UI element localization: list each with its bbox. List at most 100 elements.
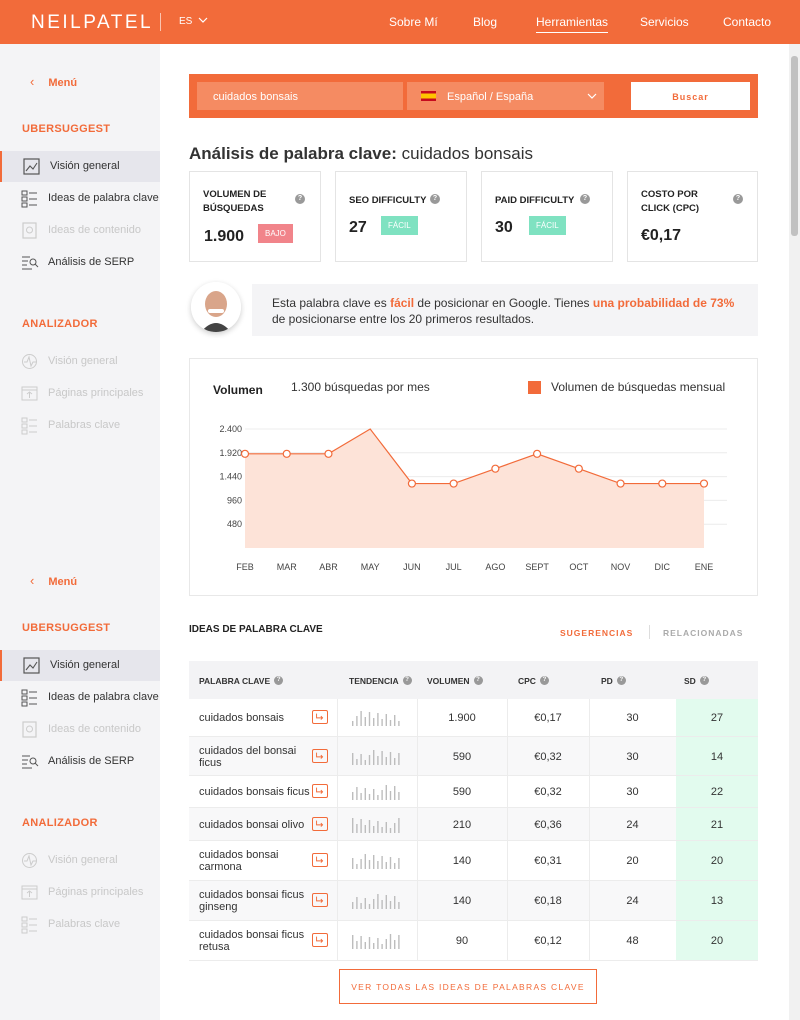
sidebar-item-ideas-palabra-clave[interactable]: Ideas de palabra clave xyxy=(0,183,160,214)
trend-bar xyxy=(381,790,383,800)
metric-card-volume: VOLUMEN DE BÚSQUEDAS ? 1.900 BAJO xyxy=(189,171,321,262)
data-point[interactable] xyxy=(699,479,709,488)
tab-relacionadas[interactable]: RELACIONADAS xyxy=(663,628,743,638)
data-point[interactable] xyxy=(449,479,458,488)
vol-cell: 140 xyxy=(452,855,472,867)
column-header-pd[interactable]: PD? xyxy=(601,676,626,686)
data-point[interactable] xyxy=(324,449,333,458)
area-fill xyxy=(245,429,704,548)
nav-servicios[interactable]: Servicios xyxy=(640,15,689,29)
help-icon[interactable]: ? xyxy=(580,194,590,204)
trend-bar xyxy=(385,895,387,909)
tab-sugerencias[interactable]: SUGERENCIAS xyxy=(560,628,633,638)
table-row[interactable]: cuidados bonsais 1.900 €0,17 30 27 xyxy=(189,699,758,737)
avatar-image xyxy=(191,282,241,332)
language-selector[interactable]: ES xyxy=(179,16,192,27)
trend-bar xyxy=(373,855,375,869)
table-row[interactable]: cuidados bonsai olivo 210 €0,36 24 21 xyxy=(189,808,758,841)
country-select[interactable]: Español / España xyxy=(407,82,604,110)
site-overview-icon xyxy=(22,354,37,369)
trend-bar xyxy=(381,750,383,765)
sidebar-item-label: Ideas de contenido xyxy=(48,224,141,236)
nav-herramientas[interactable]: Herramientas xyxy=(536,15,609,33)
keyword-cell[interactable]: cuidados bonsais xyxy=(199,712,324,724)
nav-blog[interactable]: Blog xyxy=(473,15,497,29)
open-keyword-icon[interactable] xyxy=(312,784,328,798)
scrollbar-thumb[interactable] xyxy=(791,56,798,236)
keyword-cell[interactable]: cuidados bonsai carmona xyxy=(199,849,309,873)
help-icon[interactable]: ? xyxy=(733,194,743,204)
column-header-keyword[interactable]: PALABRA CLAVE? xyxy=(199,676,284,686)
sidebar-item-analisis-serp-2[interactable]: Análisis de SERP xyxy=(0,746,160,777)
x-tick-label: FEB xyxy=(236,562,254,572)
open-keyword-icon[interactable] xyxy=(312,933,328,947)
data-point[interactable] xyxy=(658,479,667,488)
keyword-cell[interactable]: cuidados bonsai ficus retusa xyxy=(199,929,309,953)
keyword-cell[interactable]: cuidados del bonsai ficus xyxy=(199,745,309,769)
keyword-cell[interactable]: cuidados bonsais ficus xyxy=(199,786,324,798)
table-row[interactable]: cuidados bonsai carmona 140 €0,31 20 20 xyxy=(189,841,758,881)
open-keyword-icon[interactable] xyxy=(312,710,328,724)
sidebar-item-ideas-palabra-clave-2[interactable]: Ideas de palabra clave xyxy=(0,682,160,713)
trend-bar xyxy=(381,900,383,909)
sidebar-item-label: Análisis de SERP xyxy=(48,755,135,767)
sidebar-item-vision-general-2[interactable]: Visión general xyxy=(0,650,160,681)
sidebar-menu-toggle[interactable]: ‹ Menú xyxy=(30,74,77,89)
cpc-cell: €0,18 xyxy=(534,895,562,907)
trend-bar xyxy=(368,794,371,800)
sidebar-item-vision-general[interactable]: Visión general xyxy=(0,151,160,182)
data-point[interactable] xyxy=(616,479,625,488)
pd-cell: 48 xyxy=(626,935,639,947)
keyword-search-input[interactable]: cuidados bonsais xyxy=(197,82,403,110)
analizador-heading: ANALIZADOR xyxy=(22,318,98,330)
trend-bar xyxy=(360,936,362,949)
data-point[interactable] xyxy=(574,464,583,473)
y-tick-label: 960 xyxy=(227,495,242,505)
help-icon[interactable]: ? xyxy=(430,194,440,204)
x-tick-label: OCT xyxy=(569,562,589,572)
data-point[interactable] xyxy=(491,464,500,473)
sidebar: ‹ Menú UBERSUGGEST Visión general Ideas d… xyxy=(0,44,160,1020)
trend-bar xyxy=(368,904,371,909)
trend-bar xyxy=(373,749,375,765)
table-row[interactable]: cuidados del bonsai ficus 590 €0,32 30 14 xyxy=(189,737,758,776)
table-row[interactable]: cuidados bonsais ficus 590 €0,32 30 22 xyxy=(189,776,758,808)
table-row[interactable]: cuidados bonsai ficus ginseng 140 €0,18 24 1… xyxy=(189,881,758,921)
column-header-cpc[interactable]: CPC? xyxy=(518,676,549,686)
keyword-cell[interactable]: cuidados bonsai ficus ginseng xyxy=(199,889,309,913)
trend-bar xyxy=(381,944,383,949)
sidebar-item-ideas-contenido: Ideas de contenido xyxy=(0,215,160,246)
view-all-keyword-ideas-button[interactable]: VER TODAS LAS IDEAS DE PALABRAS CLAVE xyxy=(339,969,597,1004)
sidebar-item-analisis-serp[interactable]: Análisis de SERP xyxy=(0,247,160,278)
open-keyword-icon[interactable] xyxy=(312,853,328,867)
data-point[interactable] xyxy=(282,449,291,458)
column-divider xyxy=(337,737,338,775)
chevron-down-icon[interactable] xyxy=(198,15,208,25)
column-header-trend[interactable]: TENDENCIA? xyxy=(349,676,412,686)
column-header-volume[interactable]: VOLUMEN? xyxy=(427,676,483,686)
open-keyword-icon[interactable] xyxy=(312,893,328,907)
column-divider xyxy=(337,881,338,920)
help-icon[interactable]: ? xyxy=(295,194,305,204)
sidebar-item-label: Palabras clave xyxy=(48,918,121,930)
trend-bar xyxy=(381,719,383,726)
data-point[interactable] xyxy=(407,479,417,488)
column-header-sd[interactable]: SD? xyxy=(684,676,709,686)
seo-difficulty-badge: FÁCIL xyxy=(381,216,418,235)
trend-bar xyxy=(373,825,375,833)
sidebar-item-palabras-clave-2: Palabras clave xyxy=(0,909,160,940)
neilpatel-logo[interactable]: NEILPATEL xyxy=(31,12,153,34)
keyword-cell[interactable]: cuidados bonsai olivo xyxy=(199,819,324,831)
data-point[interactable] xyxy=(240,449,250,458)
nav-sobre-mi[interactable]: Sobre Mí xyxy=(389,15,438,29)
table-row[interactable]: cuidados bonsai ficus retusa 90 €0,12 48 20 xyxy=(189,921,758,961)
pd-cell: 20 xyxy=(626,855,639,867)
trend-bar xyxy=(385,821,387,833)
nav-contacto[interactable]: Contacto xyxy=(723,15,771,29)
open-keyword-icon[interactable] xyxy=(312,748,328,763)
sidebar-menu-toggle-2[interactable]: ‹ Menú xyxy=(30,573,77,588)
open-keyword-icon[interactable] xyxy=(312,816,328,831)
data-point[interactable] xyxy=(532,449,542,458)
search-button[interactable]: Buscar xyxy=(631,82,750,110)
search-bar: cuidados bonsais Español / España Buscar xyxy=(189,74,758,118)
